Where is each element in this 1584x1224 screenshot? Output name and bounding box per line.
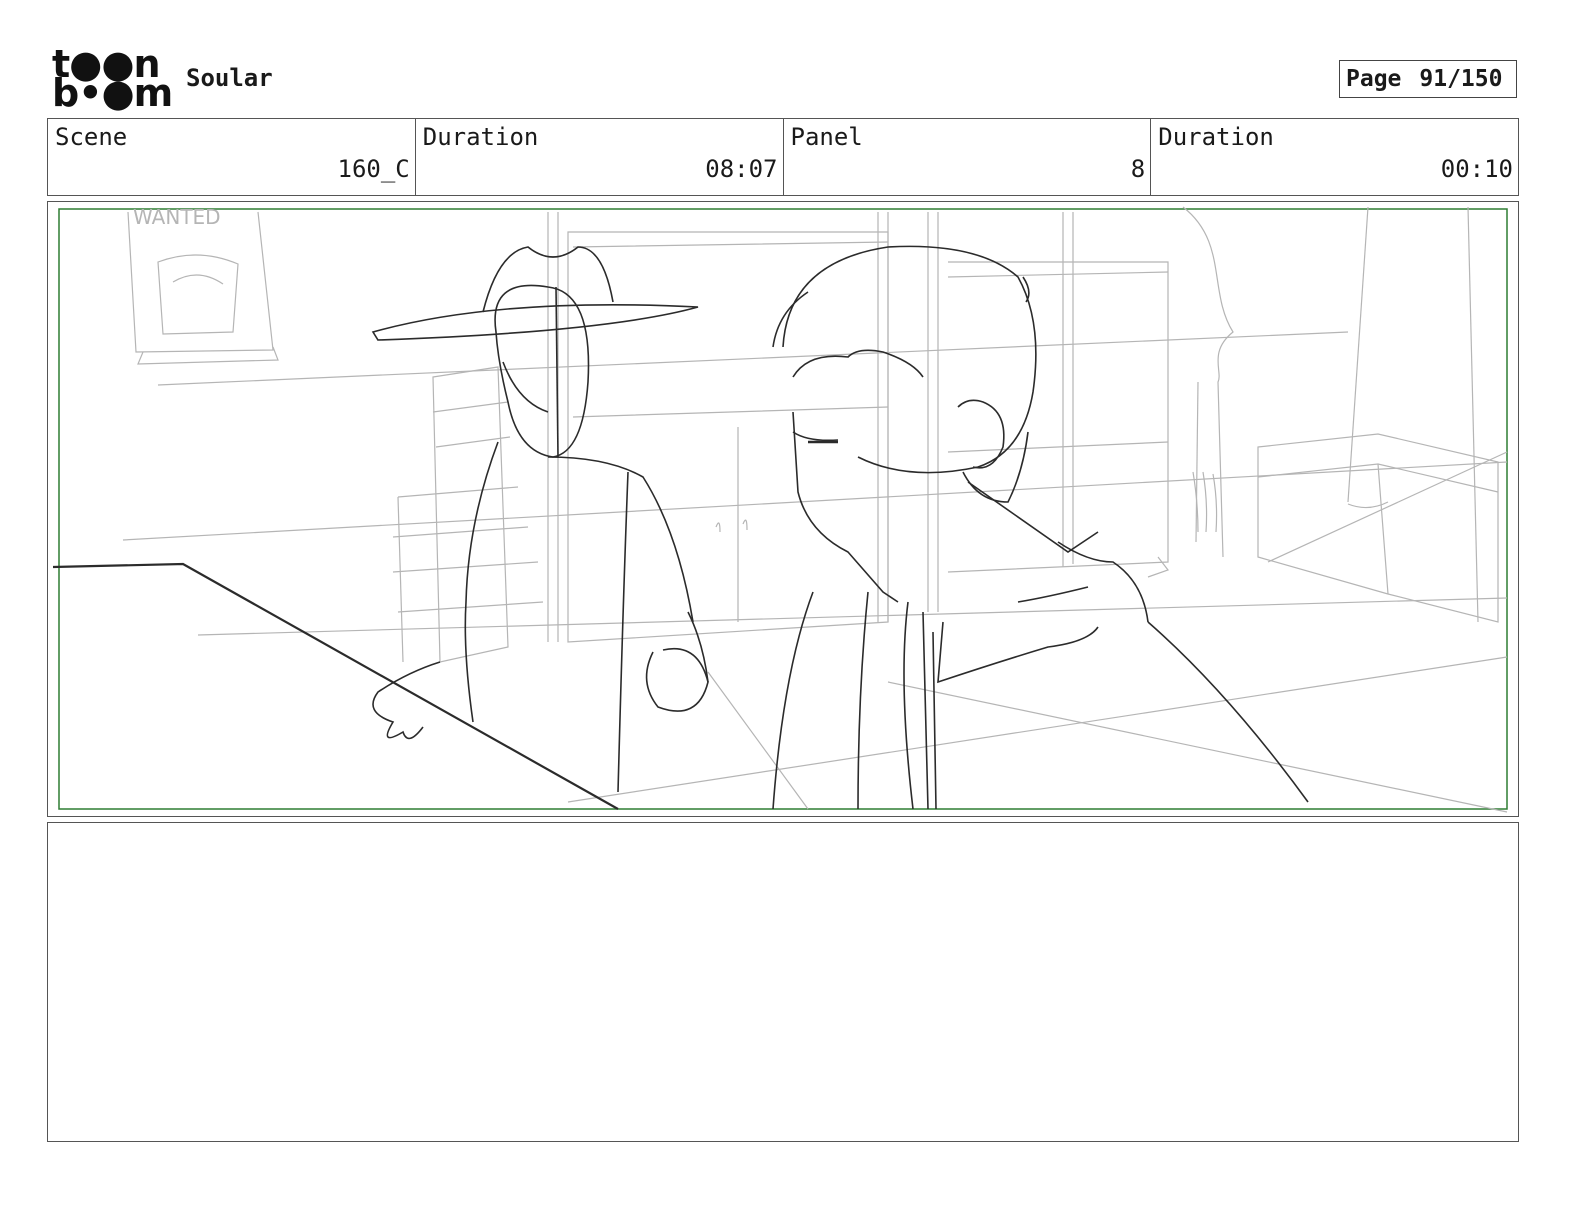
panel-cell: Panel 8 <box>784 119 1152 195</box>
scene-value: 160_C <box>337 155 410 183</box>
background-sketch <box>122 206 1508 813</box>
panel-notes[interactable] <box>47 822 1519 1142</box>
sheriff-head <box>494 284 590 458</box>
man-ear <box>957 399 1005 469</box>
scene-cell: Scene 160_C <box>48 119 416 195</box>
panel-label: Panel <box>790 123 863 151</box>
page-value: 91/150 <box>1419 66 1503 92</box>
logo-bottom-line: b•●m <box>52 71 173 115</box>
scene-duration-cell: Duration 08:07 <box>416 119 784 195</box>
panel-value: 8 <box>1130 155 1146 183</box>
sheriff-fist <box>645 648 709 712</box>
desk-edge <box>52 562 619 810</box>
poster-text: WANTED <box>133 205 221 229</box>
scene-label: Scene <box>55 123 128 151</box>
wanted-poster <box>127 211 274 353</box>
man-head <box>782 245 1037 474</box>
scene-duration-label: Duration <box>422 123 539 151</box>
scene-duration-value: 08:07 <box>705 155 778 183</box>
panel-sketch: WANTED <box>52 205 1508 813</box>
panel-duration-label: Duration <box>1158 123 1274 151</box>
panel-duration-value: 00:10 <box>1440 155 1513 183</box>
scene-info-row: Scene 160_C Duration 08:07 Panel 8 Durat… <box>47 118 1519 196</box>
page-indicator: Page 91/150 <box>1339 60 1517 98</box>
project-title: Soular <box>186 64 273 92</box>
cowboy-hat <box>371 303 699 341</box>
character-sketch <box>52 245 1309 810</box>
panel-duration-cell: Duration 00:10 <box>1151 119 1518 195</box>
storyboard-panel: WANTED <box>47 201 1519 817</box>
toonboom-logo: t●●n b•●m <box>52 45 173 115</box>
page-label: Page <box>1346 66 1402 92</box>
